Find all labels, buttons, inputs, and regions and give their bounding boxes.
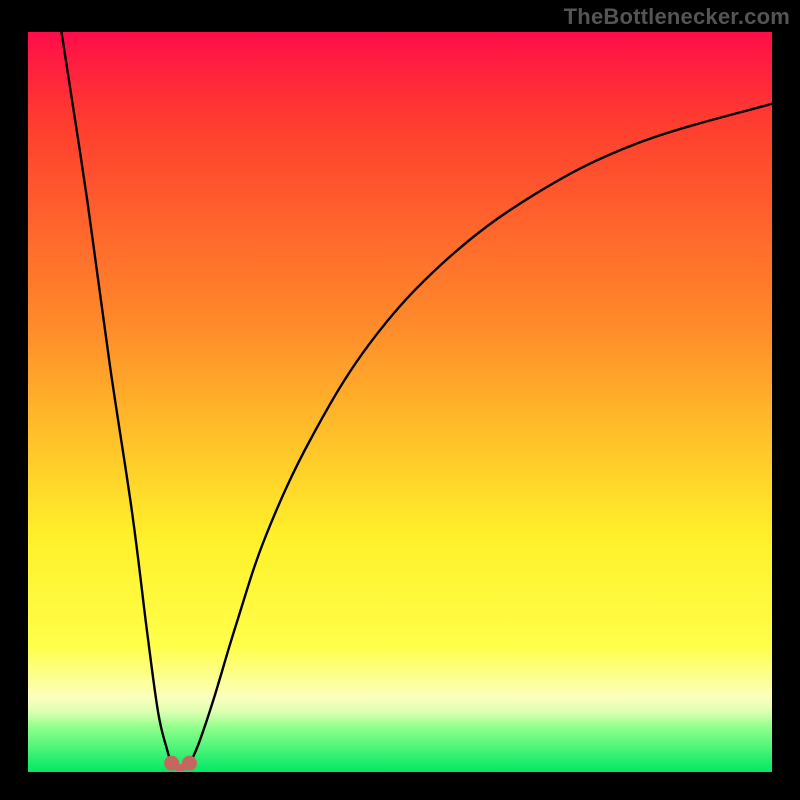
marker-point-0 bbox=[164, 756, 179, 771]
attribution-text: TheBottlenecker.com bbox=[564, 4, 790, 30]
gradient-background bbox=[28, 32, 772, 772]
bottleneck-chart bbox=[0, 0, 800, 800]
marker-point-1 bbox=[182, 756, 197, 771]
chart-frame: TheBottlenecker.com bbox=[0, 0, 800, 800]
